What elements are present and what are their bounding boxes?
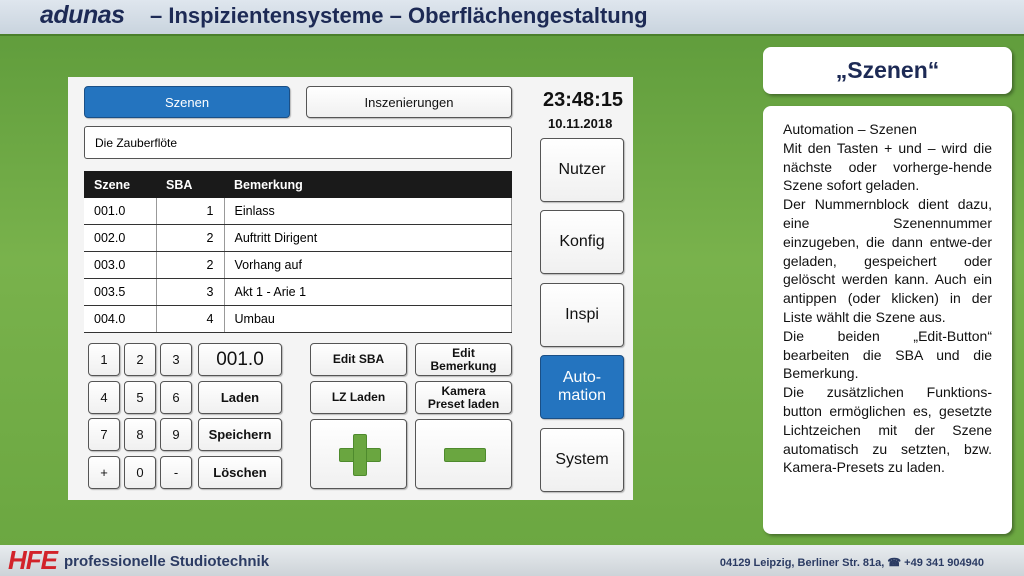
key-1[interactable]: 1 [88,343,120,376]
cell-remark: Einlass [224,198,512,225]
slide-header: adunas – Inspizientensysteme – Oberfläch… [0,0,1024,36]
cell-scene: 001.0 [84,198,157,225]
table-row[interactable]: 003.0 2 Vorhang auf [84,251,512,279]
camera-preset-button[interactable]: Kamera Preset laden [415,381,512,414]
next-scene-plus-button[interactable] [310,419,407,489]
plus-icon [339,434,381,476]
scene-table: Szene SBA Bemerkung 001.0 1 Einlass 002.0 2… [84,171,512,333]
key-4[interactable]: 4 [88,381,120,414]
scene-number-display[interactable]: 001.0 [198,343,282,376]
nav-system[interactable]: System [540,428,624,492]
description-box: Automation – Szenen Mit den Tasten + und… [763,106,1012,534]
key-9[interactable]: 9 [160,418,192,451]
header-divider [0,34,1024,36]
nav-konfig[interactable]: Konfig [540,210,624,274]
key-7[interactable]: 7 [88,418,120,451]
footer-address: 04129 Leipzig, Berliner Str. 81a, ☎ +49 … [719,557,984,569]
table-row[interactable]: 004.0 4 Umbau [84,305,512,333]
description-heading: Automation – Szenen [783,121,917,137]
cell-scene: 003.5 [84,278,157,306]
key-2[interactable]: 2 [124,343,156,376]
slide-title: – Inspizientensysteme – Oberflächengesta… [150,3,648,28]
cell-sba: 2 [156,251,225,279]
clock-time: 23:48:15 [543,89,624,111]
edit-remark-button[interactable]: Edit Bemerkung [415,343,512,376]
production-title-field[interactable]: Die Zauberflöte [84,126,512,159]
nav-automation[interactable]: Auto-mation [540,355,624,419]
cell-remark: Auftritt Dirigent [224,224,512,252]
brand-logo: adunas [40,1,125,29]
description-paragraph: Die zusätzlichen Funktions-button ermögl… [783,384,992,476]
lz-load-button[interactable]: LZ Laden [310,381,407,414]
slide-footer: HFE professionelle Studiotechnik 04129 L… [0,545,1024,576]
table-header-row: Szene SBA Bemerkung [84,171,512,198]
table-row[interactable]: 001.0 1 Einlass [84,198,512,225]
nav-nutzer[interactable]: Nutzer [540,138,624,202]
edit-sba-button[interactable]: Edit SBA [310,343,407,376]
cell-sba: 2 [156,224,225,252]
cell-sba: 3 [156,278,225,306]
load-button[interactable]: Laden [198,381,282,414]
minus-icon [444,434,486,476]
key-plus[interactable]: + [88,456,120,489]
side-title-box: „Szenen“ [763,47,1012,94]
tab-szenen[interactable]: Szenen [84,86,290,118]
table-row[interactable]: 002.0 2 Auftritt Dirigent [84,224,512,252]
cell-sba: 1 [156,198,225,225]
key-6[interactable]: 6 [160,381,192,414]
clock-date: 10.11.2018 [548,116,613,131]
save-button[interactable]: Speichern [198,418,282,451]
description-paragraph: Mit den Tasten + und – wird die nächste … [783,139,992,194]
cell-remark: Vorhang auf [224,251,512,279]
delete-button[interactable]: Löschen [198,456,282,489]
nav-inspi[interactable]: Inspi [540,283,624,347]
tab-inszenierungen[interactable]: Inszenierungen [306,86,512,118]
key-5[interactable]: 5 [124,381,156,414]
description-paragraph: Der Nummernblock dient dazu, eine Szenen… [783,196,992,325]
table-row[interactable]: 003.5 3 Akt 1 - Arie 1 [84,278,512,306]
cell-scene: 003.0 [84,251,157,279]
key-3[interactable]: 3 [160,343,192,376]
key-8[interactable]: 8 [124,418,156,451]
hfe-logo: HFE [8,545,58,575]
cell-remark: Akt 1 - Arie 1 [224,278,512,306]
touch-panel: Szenen Inszenierungen 23:48:15 10.11.201… [68,77,633,500]
previous-scene-minus-button[interactable] [415,419,512,489]
column-header-szene: Szene [84,171,156,198]
key-0[interactable]: 0 [124,456,156,489]
description-paragraph: Die beiden „Edit-Button“ bearbeiten die … [783,327,992,382]
key-minus[interactable]: - [160,456,192,489]
column-header-sba: SBA [156,171,224,198]
cell-scene: 002.0 [84,224,157,252]
cell-scene: 004.0 [84,305,157,333]
footer-slogan: professionelle Studiotechnik [64,553,270,570]
cell-remark: Umbau [224,305,512,333]
side-title: „Szenen“ [835,57,940,83]
column-header-bemerkung: Bemerkung [224,171,512,198]
cell-sba: 4 [156,305,225,333]
